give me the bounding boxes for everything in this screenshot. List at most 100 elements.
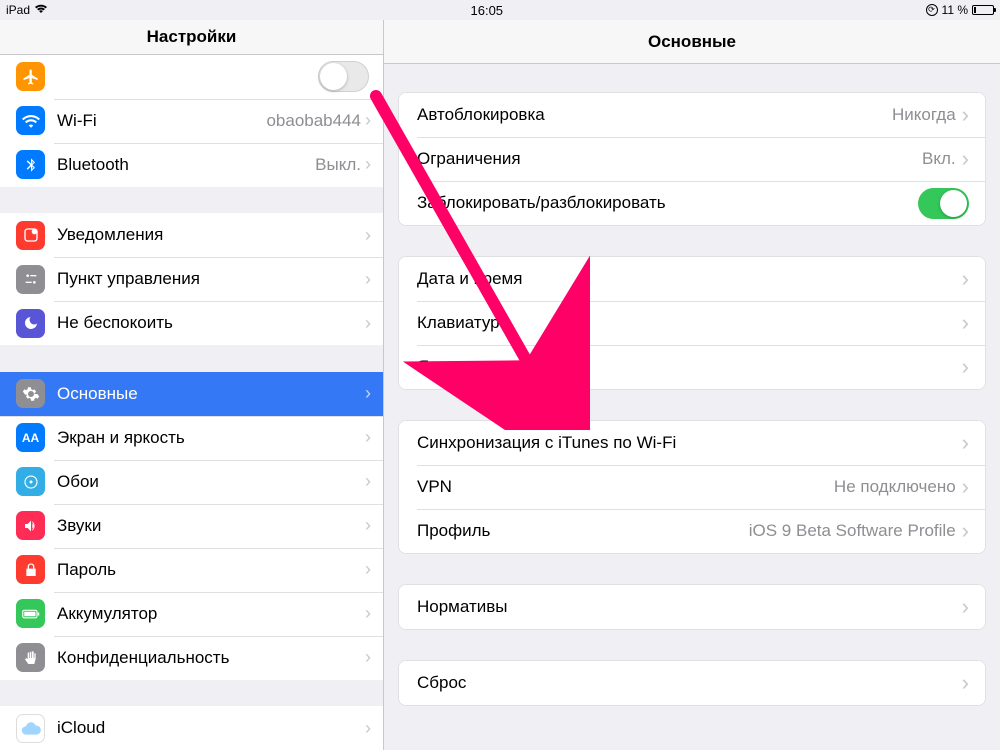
row-label: Сброс xyxy=(417,673,960,693)
sidebar-item-wifi[interactable]: Wi-Fi obaobab444 › xyxy=(0,99,383,143)
sidebar-item-label: Пароль xyxy=(57,560,365,580)
battery-percent: 11 % xyxy=(942,3,968,17)
chevron-right-icon: › xyxy=(365,603,371,624)
row-label: Синхронизация с iTunes по Wi-Fi xyxy=(417,433,960,453)
chevron-right-icon: › xyxy=(962,432,969,454)
notifications-icon xyxy=(16,221,45,250)
sidebar-item-battery[interactable]: Аккумулятор › xyxy=(0,592,383,636)
sidebar-item-icloud[interactable]: iCloud › xyxy=(0,706,383,750)
chevron-right-icon: › xyxy=(365,313,371,334)
sidebar-item-label: Экран и яркость xyxy=(57,428,365,448)
toggle-airplane[interactable] xyxy=(318,61,369,92)
sidebar-item-value: obaobab444 xyxy=(266,111,361,131)
sidebar-item-privacy[interactable]: Конфиденциальность › xyxy=(0,636,383,680)
row-label: Автоблокировка xyxy=(417,105,892,125)
sidebar-item-sounds[interactable]: Звуки › xyxy=(0,504,383,548)
row-value: Никогда xyxy=(892,105,956,125)
chevron-right-icon: › xyxy=(365,154,371,175)
sidebar-item-label: Аккумулятор xyxy=(57,604,365,624)
sidebar-item-value: Выкл. xyxy=(315,155,361,175)
sidebar-item-notifications[interactable]: Уведомления › xyxy=(0,213,383,257)
sidebar-item-label: Wi-Fi xyxy=(57,111,266,131)
control-center-icon xyxy=(16,265,45,294)
chevron-right-icon: › xyxy=(365,718,371,739)
clock: 16:05 xyxy=(48,3,926,18)
sidebar-item-airplane[interactable] xyxy=(0,55,383,99)
detail-title: Основные xyxy=(648,32,736,52)
section-regulatory: Нормативы › xyxy=(398,584,986,630)
device-label: iPad xyxy=(6,3,30,17)
sidebar-item-control-center[interactable]: Пункт управления › xyxy=(0,257,383,301)
row-label: Нормативы xyxy=(417,597,960,617)
row-label: Ограничения xyxy=(417,149,922,169)
row-value: Не подключено xyxy=(834,477,956,497)
row-label: Дата и время xyxy=(417,269,960,289)
wallpaper-icon xyxy=(16,467,45,496)
row-lockunlock[interactable]: Заблокировать/разблокировать xyxy=(399,181,985,225)
row-label: Клавиатура xyxy=(417,313,960,333)
gear-icon xyxy=(16,379,45,408)
section-datetime: Дата и время › Клавиатура › Язык и регио… xyxy=(398,256,986,390)
row-autolock[interactable]: Автоблокировка Никогда › xyxy=(399,93,985,137)
sidebar-title: Настройки xyxy=(147,27,237,47)
row-language[interactable]: Язык и регион › xyxy=(399,345,985,389)
row-label: Язык и регион xyxy=(417,357,960,377)
chevron-right-icon: › xyxy=(365,269,371,290)
sidebar-item-label: Основные xyxy=(57,384,365,404)
chevron-right-icon: › xyxy=(365,647,371,668)
speaker-icon xyxy=(16,511,45,540)
row-label: Заблокировать/разблокировать xyxy=(417,193,918,213)
sidebar-item-label: Уведомления xyxy=(57,225,365,245)
hand-icon xyxy=(16,643,45,672)
chevron-right-icon: › xyxy=(365,471,371,492)
sidebar-item-wallpaper[interactable]: Обои › xyxy=(0,460,383,504)
chevron-right-icon: › xyxy=(365,427,371,448)
sidebar-item-passcode[interactable]: Пароль › xyxy=(0,548,383,592)
airplane-icon xyxy=(16,62,45,91)
chevron-right-icon: › xyxy=(365,515,371,536)
sidebar-item-bluetooth[interactable]: Bluetooth Выкл. › xyxy=(0,143,383,187)
sidebar-item-label: Звуки xyxy=(57,516,365,536)
chevron-right-icon: › xyxy=(962,268,969,290)
sidebar-item-label: iCloud xyxy=(57,718,365,738)
chevron-right-icon: › xyxy=(962,312,969,334)
sidebar-item-label: Конфиденциальность xyxy=(57,648,365,668)
row-restrictions[interactable]: Ограничения Вкл. › xyxy=(399,137,985,181)
sidebar-item-general[interactable]: Основные › xyxy=(0,372,383,416)
toggle-lockunlock[interactable] xyxy=(918,188,969,219)
sidebar-item-label: Пункт управления xyxy=(57,269,365,289)
sidebar-item-label: Bluetooth xyxy=(57,155,315,175)
detail-pane: Основные Автоблокировка Никогда › Ограни… xyxy=(384,20,1000,750)
battery-icon xyxy=(16,599,45,628)
sidebar-item-display[interactable]: AA Экран и яркость › xyxy=(0,416,383,460)
chevron-right-icon: › xyxy=(962,148,969,170)
chevron-right-icon: › xyxy=(962,596,969,618)
row-value: iOS 9 Beta Software Profile xyxy=(749,521,956,541)
sidebar-item-dnd[interactable]: Не беспокоить › xyxy=(0,301,383,345)
chevron-right-icon: › xyxy=(365,225,371,246)
row-vpn[interactable]: VPN Не подключено › xyxy=(399,465,985,509)
battery-icon xyxy=(972,5,994,15)
chevron-right-icon: › xyxy=(962,356,969,378)
chevron-right-icon: › xyxy=(962,520,969,542)
row-value: Вкл. xyxy=(922,149,956,169)
settings-sidebar: Настройки Wi-Fi obaobab444 › xyxy=(0,20,384,750)
status-bar: iPad 16:05 ⟳ 11 % xyxy=(0,0,1000,20)
detail-header: Основные xyxy=(384,20,1000,64)
cloud-icon xyxy=(16,714,45,743)
section-autolock: Автоблокировка Никогда › Ограничения Вкл… xyxy=(398,92,986,226)
wifi-icon xyxy=(16,106,45,135)
chevron-right-icon: › xyxy=(365,559,371,580)
chevron-right-icon: › xyxy=(962,104,969,126)
row-itunes-wifi-sync[interactable]: Синхронизация с iTunes по Wi-Fi › xyxy=(399,421,985,465)
bluetooth-icon xyxy=(16,150,45,179)
section-reset: Сброс › xyxy=(398,660,986,706)
row-profile[interactable]: Профиль iOS 9 Beta Software Profile › xyxy=(399,509,985,553)
row-reset[interactable]: Сброс › xyxy=(399,661,985,705)
sidebar-item-label: Обои xyxy=(57,472,365,492)
moon-icon xyxy=(16,309,45,338)
row-label: VPN xyxy=(417,477,834,497)
row-keyboard[interactable]: Клавиатура › xyxy=(399,301,985,345)
row-regulatory[interactable]: Нормативы › xyxy=(399,585,985,629)
row-datetime[interactable]: Дата и время › xyxy=(399,257,985,301)
